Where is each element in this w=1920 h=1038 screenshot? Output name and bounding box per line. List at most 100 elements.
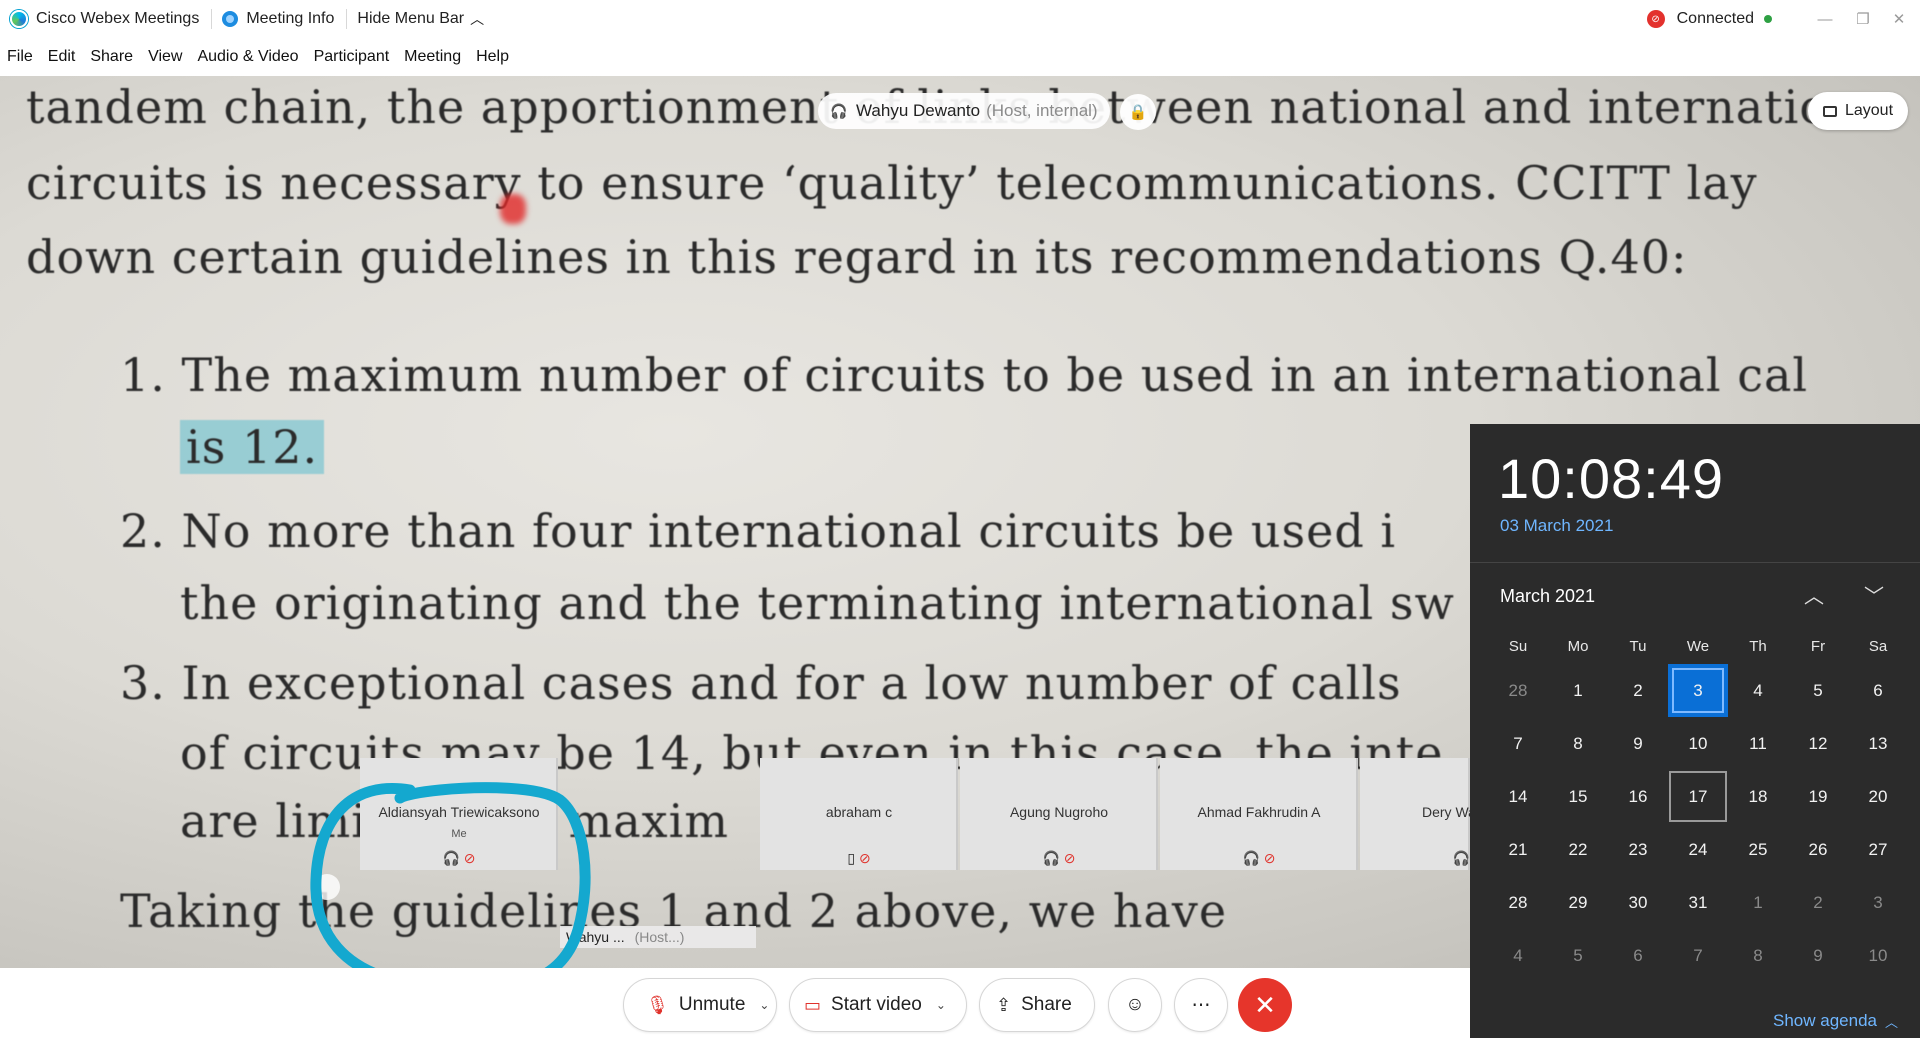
menu-edit[interactable]: Edit bbox=[48, 48, 76, 66]
calendar-day[interactable]: 4 bbox=[1488, 929, 1548, 982]
calendar-day[interactable]: 11 bbox=[1728, 717, 1788, 770]
chevron-down-icon[interactable]: ⌄ bbox=[759, 998, 769, 1012]
calendar-day[interactable]: 2 bbox=[1788, 876, 1848, 929]
mic-muted-icon: ⊘ bbox=[858, 850, 871, 866]
start-video-button[interactable]: ▭ Start video ⌄ bbox=[789, 978, 967, 1032]
reactions-button[interactable]: ☺ bbox=[1108, 978, 1162, 1032]
calendar-day[interactable]: 30 bbox=[1608, 876, 1668, 929]
leave-meeting-button[interactable]: ✕ bbox=[1238, 978, 1292, 1032]
participant-status: 🎧 ⊘ bbox=[360, 850, 558, 867]
menu-audio-video[interactable]: Audio & Video bbox=[197, 48, 298, 66]
document-line: down certain guidelines in this regard i… bbox=[26, 230, 1688, 284]
calendar-day[interactable]: 16 bbox=[1608, 770, 1668, 823]
calendar-day[interactable]: 12 bbox=[1788, 717, 1848, 770]
calendar-day[interactable]: 28 bbox=[1488, 876, 1548, 929]
share-icon: ⇪ bbox=[996, 994, 1012, 1015]
participant-tile[interactable]: Agung Nugroho 🎧 ⊘ bbox=[960, 758, 1158, 870]
calendar-day[interactable]: 9 bbox=[1608, 717, 1668, 770]
menu-view[interactable]: View bbox=[148, 48, 182, 66]
calendar-month-title[interactable]: March 2021 bbox=[1500, 586, 1595, 607]
calendar-day[interactable]: 29 bbox=[1548, 876, 1608, 929]
weekday-header: Mo bbox=[1567, 637, 1589, 655]
meeting-info-icon bbox=[222, 11, 239, 27]
menu-participant[interactable]: Participant bbox=[314, 48, 390, 66]
close-window-button[interactable]: ✕ bbox=[1876, 0, 1920, 38]
clock-date[interactable]: 03 March 2021 bbox=[1500, 516, 1613, 536]
calendar-day[interactable]: 19 bbox=[1788, 770, 1848, 823]
hide-menu-bar-button[interactable]: Hide Menu Bar ︿ bbox=[347, 0, 496, 38]
meeting-info-button[interactable]: Meeting Info bbox=[212, 0, 346, 38]
calendar-day[interactable]: 9 bbox=[1788, 929, 1848, 982]
calendar-day[interactable]: 27 bbox=[1848, 823, 1908, 876]
calendar-day[interactable]: 14 bbox=[1488, 770, 1548, 823]
smiley-icon: ☺ bbox=[1125, 994, 1145, 1015]
chevron-down-icon[interactable]: ⌄ bbox=[936, 998, 946, 1012]
weekday-header: Sa bbox=[1868, 637, 1888, 655]
calendar-day[interactable]: 28 bbox=[1488, 664, 1548, 717]
weekday-header: Fr bbox=[1810, 637, 1826, 655]
show-agenda-button[interactable]: Show agenda ︿ bbox=[1773, 1004, 1898, 1038]
clock-calendar-flyout: 10:08:49 03 March 2021 March 2021 ︿ ﹀ Su… bbox=[1470, 424, 1920, 1038]
calendar-day[interactable]: 5 bbox=[1788, 664, 1848, 717]
menu-file[interactable]: File bbox=[7, 48, 33, 66]
calendar-day[interactable]: 1 bbox=[1548, 664, 1608, 717]
active-speaker-name: Wahyu ... bbox=[566, 929, 625, 945]
calendar-day[interactable]: 7 bbox=[1488, 717, 1548, 770]
layout-button[interactable]: Layout bbox=[1808, 92, 1908, 130]
participant-name: abraham c bbox=[825, 804, 893, 820]
app-name: Cisco Webex Meetings bbox=[36, 10, 200, 27]
calendar-day[interactable]: 24 bbox=[1668, 823, 1728, 876]
presenter-label[interactable]: 🎧 Wahyu Dewanto (Host, internal) bbox=[818, 93, 1110, 129]
calendar-day[interactable]: 13 bbox=[1848, 717, 1908, 770]
participant-name: Ahmad Fakhrudin A bbox=[1197, 804, 1321, 820]
participant-tile[interactable]: abraham c ▯ ⊘ bbox=[760, 758, 958, 870]
participant-tile[interactable]: Ahmad Fakhrudin A 🎧 ⊘ bbox=[1160, 758, 1358, 870]
menu-share[interactable]: Share bbox=[90, 48, 133, 66]
previous-month-button[interactable]: ︿ bbox=[1804, 580, 1824, 609]
mic-muted-icon: 🎙 bbox=[646, 994, 669, 1015]
calendar-day[interactable]: 18 bbox=[1728, 770, 1788, 823]
unmute-button[interactable]: 🎙 Unmute ⌄ bbox=[623, 978, 777, 1032]
participant-status: 🎧 bbox=[1360, 850, 1470, 867]
calendar-day[interactable]: 25 bbox=[1728, 823, 1788, 876]
calendar-day[interactable]: 23 bbox=[1608, 823, 1668, 876]
calendar-day[interactable]: 6 bbox=[1608, 929, 1668, 982]
connection-label: Connected bbox=[1676, 10, 1754, 27]
calendar-day[interactable]: 1 bbox=[1728, 876, 1788, 929]
calendar-day[interactable]: 21 bbox=[1488, 823, 1548, 876]
calendar-day[interactable]: 31 bbox=[1668, 876, 1728, 929]
participant-tile[interactable]: Dery Wa 🎧 bbox=[1360, 758, 1476, 870]
calendar-day-today[interactable]: 3 bbox=[1668, 664, 1728, 717]
menu-help[interactable]: Help bbox=[476, 48, 509, 66]
app-title: Cisco Webex Meetings bbox=[0, 0, 211, 38]
video-off-icon: ▭ bbox=[804, 994, 822, 1015]
calendar-day[interactable]: 17 bbox=[1668, 770, 1728, 823]
calendar-day[interactable]: 8 bbox=[1548, 717, 1608, 770]
calendar-day[interactable]: 10 bbox=[1668, 717, 1728, 770]
menu-meeting[interactable]: Meeting bbox=[404, 48, 461, 66]
calendar-day[interactable]: 15 bbox=[1548, 770, 1608, 823]
strip-scroll-handle[interactable] bbox=[314, 874, 340, 900]
calendar-day[interactable]: 10 bbox=[1848, 929, 1908, 982]
presenter-name: Wahyu Dewanto bbox=[856, 101, 981, 120]
calendar-day[interactable]: 26 bbox=[1788, 823, 1848, 876]
more-options-button[interactable]: ⋯ bbox=[1174, 978, 1228, 1032]
calendar-day[interactable]: 2 bbox=[1608, 664, 1668, 717]
participant-tile[interactable]: Aldiansyah Triewicaksono Me 🎧 ⊘ bbox=[360, 758, 558, 870]
calendar-day[interactable]: 7 bbox=[1668, 929, 1728, 982]
calendar-day[interactable]: 4 bbox=[1728, 664, 1788, 717]
layout-label: Layout bbox=[1844, 102, 1894, 119]
calendar-day[interactable]: 20 bbox=[1848, 770, 1908, 823]
next-month-button[interactable]: ﹀ bbox=[1864, 580, 1884, 609]
calendar-day[interactable]: 6 bbox=[1848, 664, 1908, 717]
connection-status[interactable]: ⊘ Connected bbox=[1646, 0, 1772, 38]
calendar-day[interactable]: 3 bbox=[1848, 876, 1908, 929]
headset-icon: 🎧 bbox=[1452, 850, 1470, 866]
lock-icon[interactable]: 🔒 bbox=[1120, 94, 1156, 130]
show-agenda-label: Show agenda bbox=[1773, 1011, 1877, 1030]
title-bar: Cisco Webex Meetings Meeting Info Hide M… bbox=[0, 0, 1920, 38]
calendar-day[interactable]: 5 bbox=[1548, 929, 1608, 982]
share-button[interactable]: ⇪ Share bbox=[979, 978, 1095, 1032]
calendar-day[interactable]: 22 bbox=[1548, 823, 1608, 876]
calendar-day[interactable]: 8 bbox=[1728, 929, 1788, 982]
